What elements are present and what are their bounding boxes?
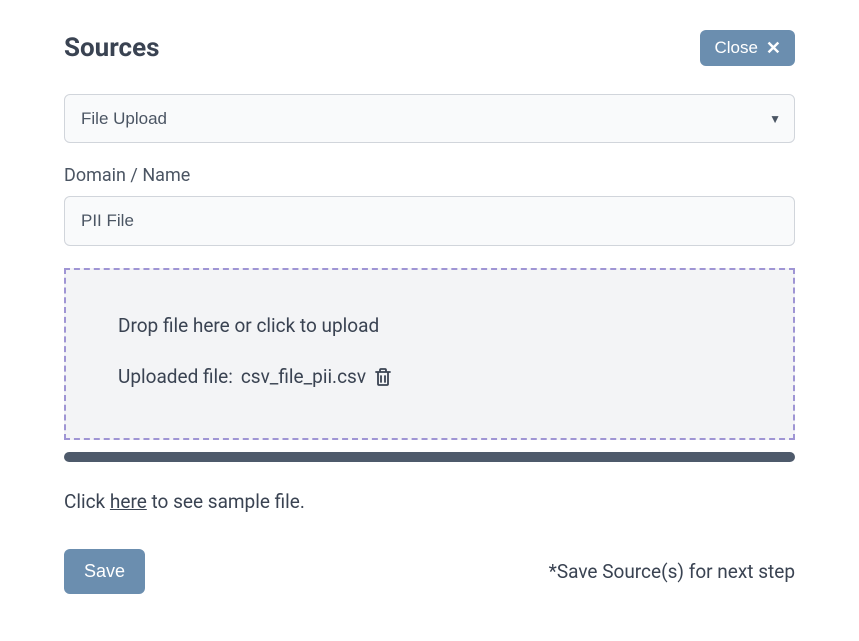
source-type-select-wrap: File Upload ▼: [64, 94, 795, 143]
trash-icon[interactable]: [374, 367, 392, 387]
uploaded-file-row: Uploaded file: csv_file_pii.csv: [118, 365, 741, 388]
page-title: Sources: [64, 33, 159, 63]
sample-prefix: Click: [64, 490, 110, 513]
domain-name-input[interactable]: [64, 196, 795, 246]
file-dropzone[interactable]: Drop file here or click to upload Upload…: [64, 268, 795, 440]
close-button-label: Close: [714, 38, 757, 58]
close-icon: ✕: [766, 39, 781, 57]
sample-suffix: to see sample file.: [147, 490, 305, 513]
uploaded-file-name: csv_file_pii.csv: [241, 365, 366, 388]
footer-row: Save *Save Source(s) for next step: [64, 549, 795, 594]
uploaded-file-prefix: Uploaded file:: [118, 365, 233, 388]
close-button[interactable]: Close ✕: [700, 30, 795, 66]
upload-progress-bar: [64, 452, 795, 462]
sample-file-line: Click here to see sample file.: [64, 490, 795, 513]
dropzone-instruction: Drop file here or click to upload: [118, 314, 741, 337]
header-row: Sources Close ✕: [64, 30, 795, 66]
save-hint: *Save Source(s) for next step: [549, 560, 795, 583]
source-type-select[interactable]: File Upload: [64, 94, 795, 143]
save-button[interactable]: Save: [64, 549, 145, 594]
domain-name-label: Domain / Name: [64, 165, 795, 186]
sample-file-link[interactable]: here: [110, 490, 147, 513]
